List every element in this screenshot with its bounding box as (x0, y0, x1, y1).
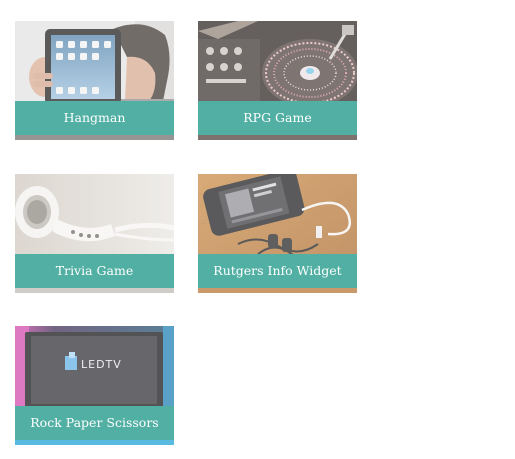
tile-rpg-game[interactable]: RPG Game (198, 21, 357, 140)
tile-trivia-game[interactable]: Trivia Game (15, 174, 174, 293)
tile-caption: Rutgers Info Widget (198, 254, 357, 288)
tile-caption: Rock Paper Scissors (15, 406, 174, 440)
tile-image-strip (15, 440, 174, 445)
svg-text:LEDTV: LEDTV (81, 358, 122, 371)
tile-rutgers-info-widget[interactable]: Rutgers Info Widget (198, 174, 357, 293)
tile-caption: Trivia Game (15, 254, 174, 288)
tile-hangman[interactable]: Hangman (15, 21, 174, 140)
tile-rock-paper-scissors[interactable]: LEDTV Rock Paper Scissors (15, 326, 174, 445)
tile-caption: Hangman (15, 101, 174, 135)
tile-image-strip (198, 288, 357, 293)
tile-image-strip (198, 135, 357, 140)
tile-caption: RPG Game (198, 101, 357, 135)
tile-image-strip (15, 288, 174, 293)
tile-image-strip (15, 135, 174, 140)
